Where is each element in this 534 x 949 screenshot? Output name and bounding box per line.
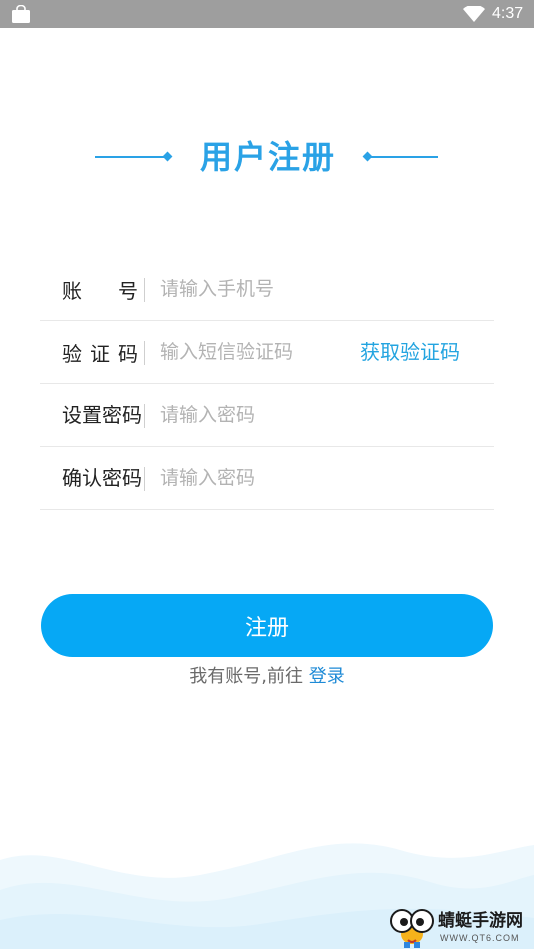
title-right-line bbox=[370, 156, 438, 158]
confirm-password-row: 确认密码 bbox=[40, 447, 494, 510]
page-header: 用户注册 bbox=[0, 130, 534, 186]
code-label: 验 证 码 bbox=[62, 321, 138, 383]
register-button[interactable]: 注册 bbox=[41, 594, 493, 657]
field-divider bbox=[144, 467, 145, 491]
get-code-button[interactable]: 获取验证码 bbox=[360, 321, 460, 383]
watermark-logo: 蜻蜓手游网 WWW.QT6.COM bbox=[386, 904, 534, 949]
field-divider bbox=[144, 278, 145, 302]
password-label: 设置密码 bbox=[62, 403, 142, 427]
status-time: 4:37 bbox=[492, 5, 524, 22]
login-link[interactable]: 登录 bbox=[309, 666, 345, 687]
password-input[interactable] bbox=[160, 396, 460, 434]
watermark-name: 蜻蜓手游网 bbox=[438, 911, 523, 931]
code-row: 验 证 码 获取验证码 bbox=[40, 321, 494, 384]
login-prompt: 我有账号,前往 bbox=[189, 666, 303, 687]
account-row: 账 号 bbox=[40, 258, 494, 321]
watermark-url: WWW.QT6.COM bbox=[440, 933, 520, 943]
confirm-password-input[interactable] bbox=[160, 459, 460, 497]
field-divider bbox=[144, 404, 145, 428]
account-label-char: 账 bbox=[62, 278, 82, 303]
code-label-char: 码 bbox=[118, 341, 138, 366]
status-bar: 4:37 bbox=[0, 0, 534, 28]
title-left-line bbox=[95, 156, 167, 158]
field-divider bbox=[144, 341, 145, 365]
login-hint: 我有账号,前往 登录 bbox=[0, 664, 534, 690]
account-label: 账 号 bbox=[62, 258, 138, 320]
code-label-char: 证 bbox=[90, 341, 110, 366]
title-left-diamond bbox=[162, 151, 173, 162]
confirm-password-label: 确认密码 bbox=[62, 466, 142, 490]
dragonfly-mascot-icon bbox=[390, 909, 434, 948]
sms-code-input[interactable] bbox=[160, 333, 350, 371]
code-label-char: 验 bbox=[62, 341, 82, 366]
account-input[interactable] bbox=[160, 270, 460, 308]
password-row: 设置密码 bbox=[40, 384, 494, 447]
register-form: 账 号 验 证 码 获取验证码 设置密码 确认密码 bbox=[40, 258, 494, 510]
page-title: 用户注册 bbox=[199, 138, 336, 176]
account-label-char: 号 bbox=[118, 278, 138, 303]
wifi-icon bbox=[463, 6, 485, 22]
shopping-bag-icon bbox=[12, 5, 30, 23]
